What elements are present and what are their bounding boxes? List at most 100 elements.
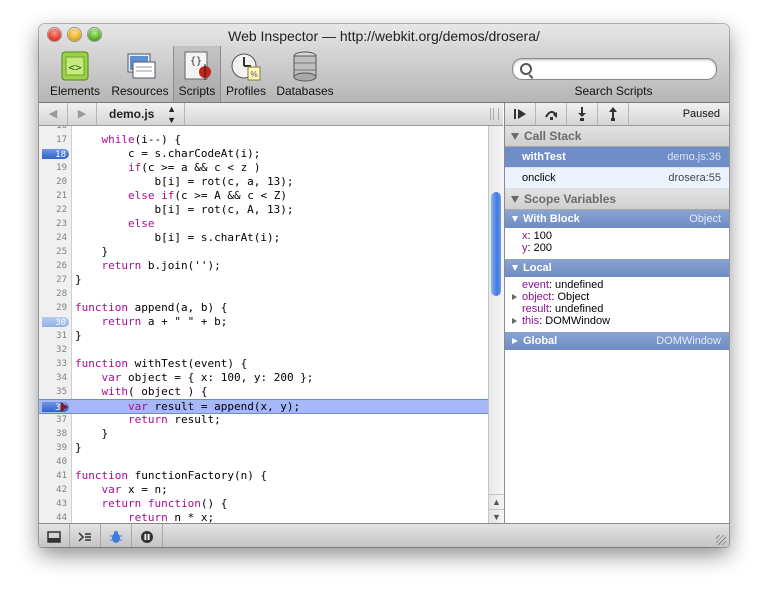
property-x[interactable]: x: 100 bbox=[505, 230, 729, 242]
scroll-up-arrow-icon[interactable]: ▲ bbox=[489, 494, 504, 509]
file-select-label: demo.js bbox=[109, 107, 155, 121]
code-text: return b.join(''); bbox=[101, 259, 221, 272]
scroll-down-arrow-icon[interactable]: ▼ bbox=[489, 509, 504, 524]
step-out-button[interactable] bbox=[598, 103, 629, 125]
back-button[interactable]: ◀ bbox=[39, 103, 68, 125]
tab-elements[interactable]: <> Elements bbox=[45, 50, 105, 98]
tab-profiles[interactable]: % Profiles bbox=[223, 50, 269, 98]
line-number: 16 bbox=[56, 126, 67, 131]
line-number: 30 bbox=[55, 318, 66, 328]
code-text: var x = n; bbox=[101, 483, 168, 496]
code-line[interactable]: 34 var object = { x: 100, y: 200 }; bbox=[39, 371, 488, 385]
line-number: 39 bbox=[56, 443, 67, 453]
search-label: Search Scripts bbox=[574, 84, 653, 98]
disclosure-triangle-icon bbox=[511, 133, 519, 141]
line-number: 37 bbox=[56, 415, 67, 425]
code-line[interactable]: 32 bbox=[39, 343, 488, 357]
code-line[interactable]: 21 else if(c >= A && c < Z) bbox=[39, 189, 488, 203]
property-event[interactable]: event: undefined bbox=[505, 279, 729, 291]
file-select[interactable]: demo.js ▲ ▼ bbox=[99, 103, 185, 125]
vertical-scrollbar[interactable]: ▲ ▼ bbox=[488, 126, 504, 524]
search-input[interactable] bbox=[535, 60, 709, 79]
step-into-button[interactable] bbox=[567, 103, 598, 125]
property-object[interactable]: object: Object bbox=[505, 291, 729, 303]
disabled-breakpoint-marker[interactable]: 30 bbox=[42, 317, 69, 328]
code-line[interactable]: 20 b[i] = rot(c, a, 13); bbox=[39, 175, 488, 189]
line-number: 41 bbox=[56, 471, 67, 481]
code-line[interactable]: 23 else bbox=[39, 217, 488, 231]
property-y[interactable]: y: 200 bbox=[505, 242, 729, 254]
line-number: 31 bbox=[56, 331, 67, 341]
splitter-grip-icon[interactable] bbox=[490, 108, 499, 120]
scroll-thumb[interactable] bbox=[491, 192, 501, 296]
code-line[interactable]: 43 return function() { bbox=[39, 497, 488, 511]
bug-icon bbox=[110, 530, 122, 543]
expand-triangle-icon[interactable] bbox=[512, 318, 517, 324]
line-number: 25 bbox=[56, 247, 67, 257]
code-line[interactable]: 27} bbox=[39, 273, 488, 287]
databases-icon bbox=[289, 50, 321, 82]
scope-global[interactable]: Global DOMWindow bbox=[505, 332, 729, 350]
code-line[interactable]: 36 var result = append(x, y); bbox=[39, 399, 488, 414]
code-line[interactable]: 18 c = s.charCodeAt(i); bbox=[39, 147, 488, 161]
continue-icon bbox=[514, 109, 526, 120]
property-this[interactable]: this: DOMWindow bbox=[505, 315, 729, 327]
code-line[interactable]: 24 b[i] = s.charAt(i); bbox=[39, 231, 488, 245]
code-line[interactable]: 28 bbox=[39, 287, 488, 301]
line-number: 18 bbox=[55, 150, 66, 160]
scope-variables-header[interactable]: Scope Variables bbox=[505, 189, 729, 210]
source-code-view[interactable]: 16 17 while(i--) {18 c = s.charCodeAt(i);… bbox=[39, 126, 488, 523]
code-text: else if(c >= A && c < Z) bbox=[127, 189, 287, 202]
expand-triangle-icon[interactable] bbox=[512, 294, 517, 300]
line-number: 35 bbox=[56, 387, 67, 397]
continue-button[interactable] bbox=[505, 103, 536, 125]
scope-with-block[interactable]: With Block Object bbox=[505, 210, 729, 228]
pause-on-exceptions-button[interactable] bbox=[132, 524, 163, 547]
code-text: function withTest(event) { bbox=[75, 357, 248, 370]
debugger-controls: Paused bbox=[505, 103, 729, 126]
resize-grip-icon[interactable] bbox=[716, 535, 726, 545]
code-line[interactable]: 41 function functionFactory(n) { bbox=[39, 469, 488, 483]
code-line[interactable]: 19 if(c >= a && c < z ) bbox=[39, 161, 488, 175]
tab-databases[interactable]: Databases bbox=[275, 50, 335, 98]
code-line[interactable]: 17 while(i--) { bbox=[39, 133, 488, 147]
code-line[interactable]: 37 return result; bbox=[39, 413, 488, 427]
forward-button[interactable]: ▶ bbox=[68, 103, 97, 125]
property-result[interactable]: result: undefined bbox=[505, 303, 729, 315]
file-bar: ◀ ▶ demo.js ▲ ▼ bbox=[39, 103, 503, 126]
code-line[interactable]: 31} bbox=[39, 329, 488, 343]
search-field[interactable] bbox=[512, 58, 717, 80]
console-button[interactable] bbox=[70, 524, 101, 547]
code-line[interactable]: 25 } bbox=[39, 245, 488, 259]
call-frame-withtest[interactable]: withTest demo.js:36 bbox=[505, 147, 729, 168]
code-line[interactable]: 38 } bbox=[39, 427, 488, 441]
svg-text:{}: {} bbox=[190, 56, 202, 67]
code-line[interactable]: 35 with( object ) { bbox=[39, 385, 488, 399]
code-line[interactable]: 40 bbox=[39, 455, 488, 469]
scope-local[interactable]: Local bbox=[505, 259, 729, 277]
breakpoint-marker[interactable]: 18 bbox=[42, 149, 69, 160]
tab-scripts[interactable]: {} Scripts bbox=[173, 46, 221, 102]
code-text: var result = append(x, y); bbox=[127, 400, 301, 413]
call-stack-header[interactable]: Call Stack bbox=[505, 126, 729, 147]
code-line[interactable]: 39} bbox=[39, 441, 488, 455]
step-over-button[interactable] bbox=[536, 103, 567, 125]
code-line[interactable]: 16 bbox=[39, 126, 488, 133]
code-line[interactable]: 33 function withTest(event) { bbox=[39, 357, 488, 371]
tab-resources[interactable]: Resources bbox=[109, 50, 171, 98]
call-frame-onclick[interactable]: onclick drosera:55 bbox=[505, 168, 729, 189]
code-text: b[i] = rot(c, A, 13); bbox=[75, 203, 294, 216]
code-line[interactable]: 29 function append(a, b) { bbox=[39, 301, 488, 315]
code-line[interactable]: 42 var x = n; bbox=[39, 483, 488, 497]
line-number: 38 bbox=[56, 429, 67, 439]
code-line[interactable]: 44 return n * x; bbox=[39, 511, 488, 523]
dock-button[interactable] bbox=[39, 524, 70, 547]
code-text: else bbox=[127, 217, 155, 230]
code-line[interactable]: 22 b[i] = rot(c, A, 13); bbox=[39, 203, 488, 217]
code-line[interactable]: 30 return a + " " + b; bbox=[39, 315, 488, 329]
debugger-toggle-button[interactable] bbox=[101, 524, 132, 547]
code-line[interactable]: 26 return b.join(''); bbox=[39, 259, 488, 273]
line-number: 27 bbox=[56, 275, 67, 285]
line-number: 29 bbox=[56, 303, 67, 313]
code-text: while(i--) { bbox=[101, 133, 181, 146]
